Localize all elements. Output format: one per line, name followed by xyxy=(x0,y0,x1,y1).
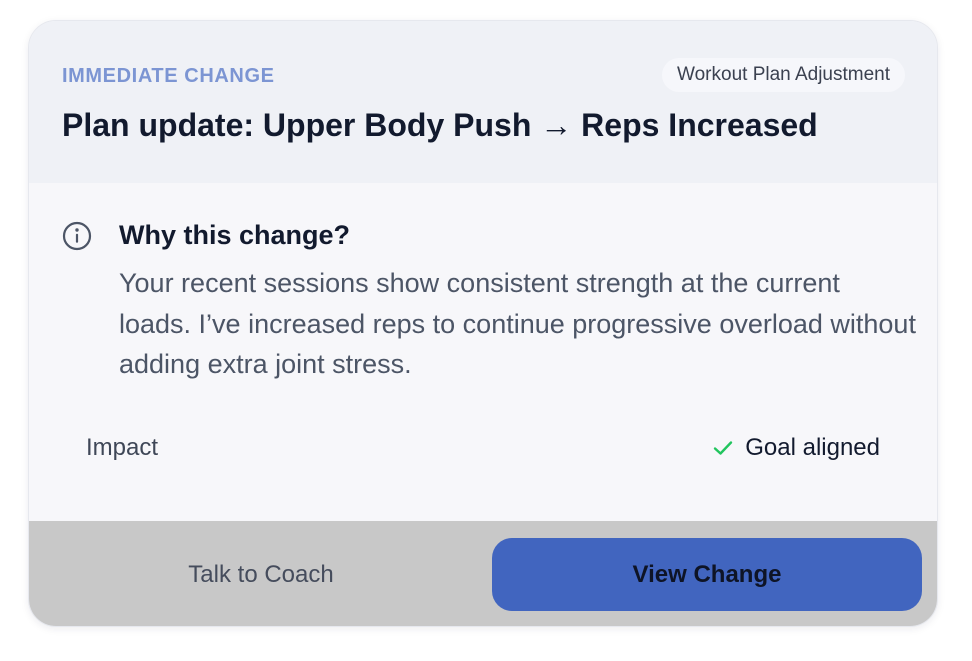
reason-body: Your recent sessions show consistent str… xyxy=(119,268,916,379)
reason-title: Why this change? xyxy=(119,220,351,250)
plan-update-card: IMMEDIATE CHANGE Workout Plan Adjustment… xyxy=(28,20,938,627)
card-footer: Talk to Coach View Change xyxy=(29,521,937,626)
info-icon xyxy=(62,221,92,251)
card-title: Plan update: Upper Body Push → Reps Incr… xyxy=(62,107,818,143)
eyebrow-label: IMMEDIATE CHANGE xyxy=(62,65,275,87)
impact-label: Impact xyxy=(86,434,159,461)
impact-status: Goal aligned xyxy=(713,434,880,462)
category-tag: Workout Plan Adjustment xyxy=(662,58,905,92)
check-icon xyxy=(714,441,733,455)
card-header: IMMEDIATE CHANGE Workout Plan Adjustment… xyxy=(29,21,937,183)
impact-value: Goal aligned xyxy=(745,434,880,461)
talk-to-coach-button[interactable]: Talk to Coach xyxy=(47,539,475,611)
view-change-button[interactable]: View Change xyxy=(492,538,922,611)
